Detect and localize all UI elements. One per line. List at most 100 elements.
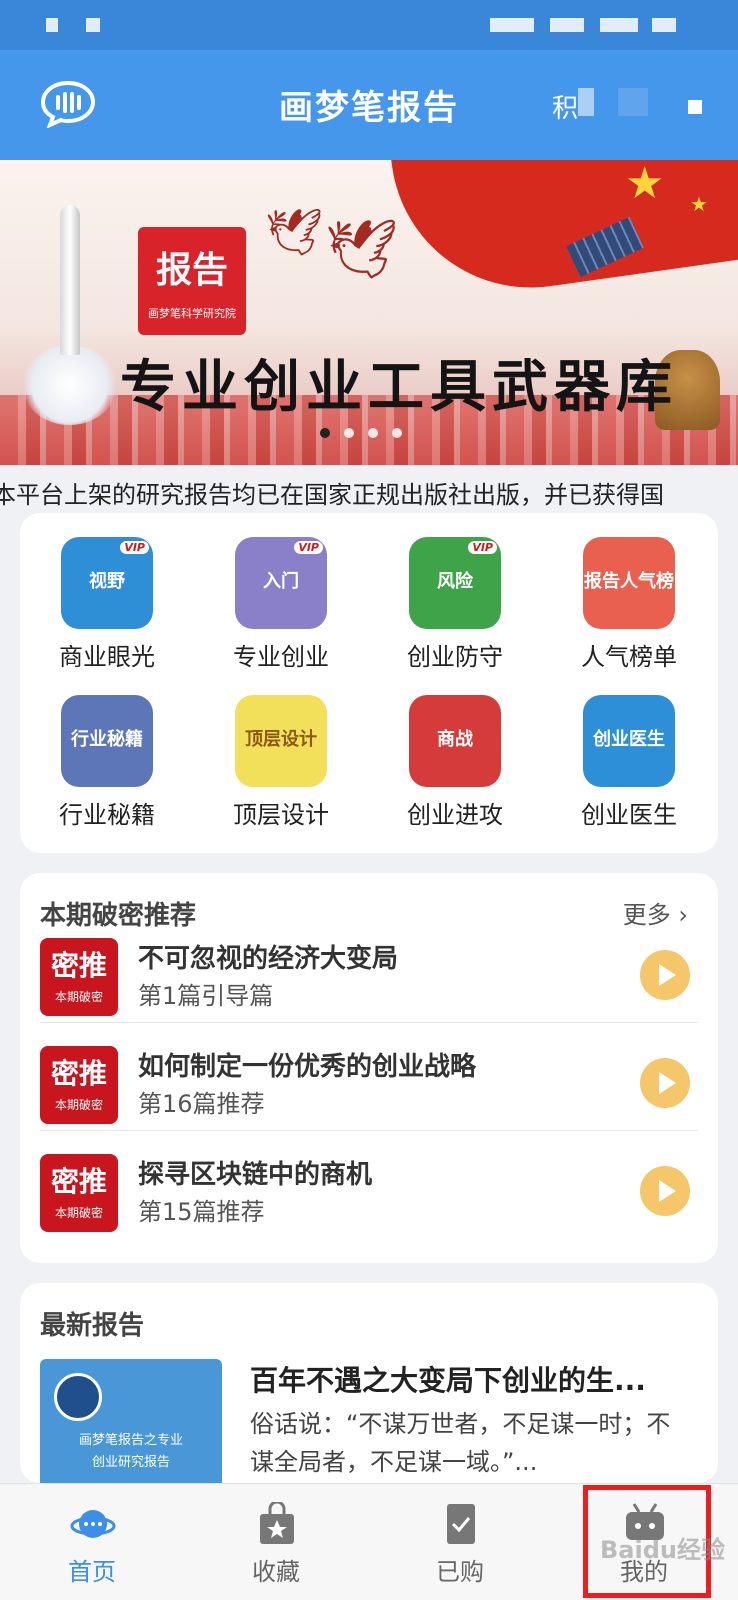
status-indicator bbox=[600, 18, 638, 32]
recommend-title: 探寻区块链中的商机 bbox=[138, 1160, 373, 1190]
blurred-text bbox=[618, 88, 648, 116]
flag-graphic bbox=[388, 160, 738, 306]
icon-caption: 顶层设计 bbox=[245, 729, 317, 750]
carousel-dot[interactable] bbox=[344, 428, 354, 438]
stethoscope-icon: 创业医生 bbox=[583, 695, 675, 787]
status-indicator bbox=[46, 18, 58, 32]
secret-recommend-icon: 密推 本期破密 bbox=[40, 938, 118, 1016]
logo-title: 报告 bbox=[155, 249, 228, 291]
category-item[interactable]: 报告人气榜 人气榜单 bbox=[542, 513, 716, 673]
rocket-smoke bbox=[22, 345, 117, 425]
purchased-icon bbox=[447, 1504, 475, 1544]
category-item[interactable]: 视野 VIP 商业眼光 bbox=[20, 513, 194, 673]
carousel-dot[interactable] bbox=[320, 428, 330, 438]
secret-recommend-icon: 密推 本期破密 bbox=[40, 1046, 118, 1124]
category-grid: 视野 VIP 商业眼光 入门 VIP 专业创业 风险 VIP 创业防守 报告人气榜人气榜单行业秘籍… bbox=[20, 513, 718, 853]
institute-seal-icon bbox=[54, 1373, 102, 1421]
star-icon: ★ bbox=[625, 160, 665, 209]
banner-carousel[interactable]: ★ ★ 🕊 🕊 报告 画梦笔科学研究院 专业创业工具武器库 bbox=[0, 160, 738, 465]
banner-headline: 专业创业工具武器库 bbox=[120, 354, 678, 420]
category-label: 专业创业 bbox=[233, 643, 329, 671]
tab-favorites[interactable]: 收藏 bbox=[184, 1484, 368, 1600]
thumb-subtitle: 本期破密 bbox=[54, 1206, 103, 1220]
status-indicator bbox=[490, 18, 534, 32]
more-label: 更多 bbox=[622, 901, 671, 929]
door-icon: 入门 VIP bbox=[235, 537, 327, 629]
category-item[interactable]: 入门 VIP 专业创业 bbox=[194, 513, 368, 673]
report-logo: 报告 画梦笔科学研究院 bbox=[138, 227, 246, 335]
status-indicator bbox=[550, 18, 584, 32]
globe-icon: 视野 VIP bbox=[61, 537, 153, 629]
tab-label: 收藏 bbox=[252, 1558, 300, 1586]
rocket-icon bbox=[60, 205, 80, 355]
icon-caption: 创业医生 bbox=[593, 729, 665, 750]
play-icon[interactable] bbox=[640, 950, 690, 1000]
thumb-subtitle: 本期破密 bbox=[54, 1098, 103, 1112]
category-label: 人气榜单 bbox=[581, 643, 677, 671]
category-item[interactable]: 商战 创业进攻 bbox=[368, 671, 542, 831]
dove-icon: 🕊 bbox=[325, 215, 399, 283]
blurred-text bbox=[688, 100, 702, 114]
category-item[interactable]: 顶层设计 顶层设计 bbox=[194, 671, 368, 831]
tab-label: 已购 bbox=[436, 1558, 484, 1586]
category-label: 创业医生 bbox=[581, 801, 677, 829]
recommend-title: 不可忽视的经济大变局 bbox=[138, 944, 399, 974]
report-excerpt: 俗话说：“不谋万世者，不足谋一时；不谋全局者，不足谋一域。”... bbox=[250, 1410, 671, 1476]
play-icon[interactable] bbox=[640, 1058, 690, 1108]
carousel-indicators bbox=[320, 428, 402, 438]
category-item[interactable]: 风险 VIP 创业防守 bbox=[368, 513, 542, 673]
vip-badge: VIP bbox=[120, 541, 149, 554]
book-icon: 行业秘籍 bbox=[61, 695, 153, 787]
status-bar bbox=[0, 0, 738, 50]
risk-icon: 风险 VIP bbox=[409, 537, 501, 629]
star-icon: ★ bbox=[690, 192, 708, 216]
vip-badge: VIP bbox=[294, 541, 323, 554]
crown-icon: 顶层设计 bbox=[235, 695, 327, 787]
more-link[interactable]: 更多 › bbox=[623, 895, 688, 930]
section-title: 最新报告 bbox=[40, 1311, 145, 1341]
icon-caption: 风险 bbox=[437, 571, 473, 592]
icon-caption: 行业秘籍 bbox=[71, 729, 143, 750]
icon-caption: 视野 bbox=[89, 571, 125, 592]
secret-recommend-icon: 密推 本期破密 bbox=[40, 1154, 118, 1232]
category-label: 创业防守 bbox=[407, 643, 503, 671]
icon-caption: 报告人气榜 bbox=[584, 571, 674, 592]
tab-home[interactable]: 首页 bbox=[0, 1484, 184, 1600]
section-title: 本期破密推荐 bbox=[40, 901, 197, 931]
favorite-bag-icon bbox=[260, 1502, 294, 1544]
thumbnail-caption: 创业研究报告 bbox=[91, 1455, 170, 1470]
app-header: 画梦笔报告 积 bbox=[0, 50, 738, 160]
category-label: 商业眼光 bbox=[59, 643, 155, 671]
thumb-title: 密推 bbox=[50, 1057, 107, 1090]
report-thumbnail[interactable]: 画梦笔报告之专业 创业研究报告 bbox=[40, 1359, 222, 1483]
carousel-dot[interactable] bbox=[392, 428, 402, 438]
dove-icon: 🕊 bbox=[265, 205, 324, 259]
divider bbox=[40, 1022, 698, 1023]
tab-label: 首页 bbox=[68, 1558, 116, 1586]
recommend-subtitle: 第16篇推荐 bbox=[138, 1090, 265, 1118]
watermark: Baidu经验 bbox=[600, 1536, 725, 1564]
thumb-title: 密推 bbox=[50, 1165, 107, 1198]
status-indicator bbox=[652, 18, 676, 32]
vip-badge: VIP bbox=[468, 541, 497, 554]
icon-caption: 入门 bbox=[263, 571, 299, 592]
thumbnail-caption: 画梦笔报告之专业 bbox=[78, 1433, 183, 1448]
divider bbox=[40, 1130, 698, 1131]
tab-purchased[interactable]: 已购 bbox=[368, 1484, 552, 1600]
icon-caption: 商战 bbox=[437, 729, 473, 750]
category-label: 创业进攻 bbox=[407, 801, 503, 829]
report-title[interactable]: 百年不遇之大变局下创业的生... bbox=[250, 1359, 700, 1399]
recommend-item[interactable]: 密推 本期破密 探寻区块链中的商机 第15篇推荐 bbox=[20, 1144, 718, 1254]
status-indicator bbox=[86, 18, 100, 32]
notice-marquee[interactable]: 本平台上架的研究报告均已在国家正规出版社出版，并已获得国 bbox=[0, 465, 738, 513]
recommend-title: 如何制定一份优秀的创业战略 bbox=[138, 1052, 477, 1082]
category-item[interactable]: 创业医生 创业医生 bbox=[542, 671, 716, 831]
category-item[interactable]: 行业秘籍 行业秘籍 bbox=[20, 671, 194, 831]
latest-section: 最新报告 画梦笔报告之专业 创业研究报告 百年不遇之大变局下创业的生... 俗话… bbox=[20, 1283, 718, 1483]
carousel-dot[interactable] bbox=[368, 428, 378, 438]
play-icon[interactable] bbox=[640, 1166, 690, 1216]
target-icon: 商战 bbox=[409, 695, 501, 787]
recommend-subtitle: 第15篇推荐 bbox=[138, 1198, 265, 1226]
recommend-subtitle: 第1篇引导篇 bbox=[138, 982, 274, 1010]
points-label[interactable]: 积 bbox=[552, 88, 578, 125]
